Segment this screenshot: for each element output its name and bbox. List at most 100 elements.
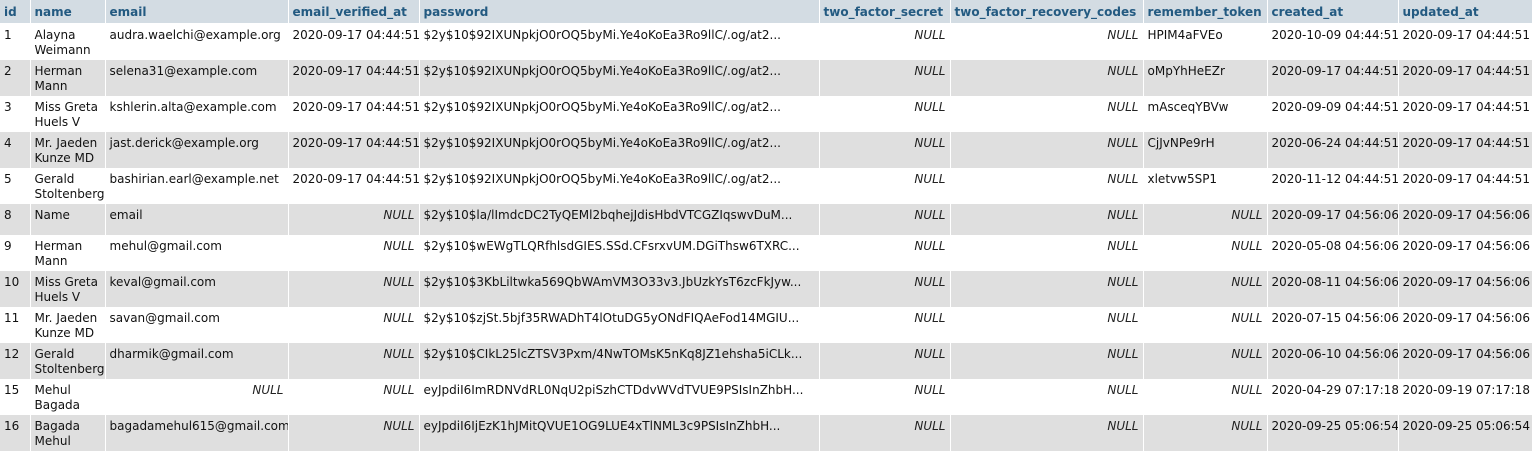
cell-two-factor-recovery-codes[interactable]: NULL	[950, 96, 1144, 132]
cell-email-verified-at[interactable]: NULL	[288, 343, 420, 379]
cell-two-factor-secret[interactable]: NULL	[819, 132, 951, 168]
cell-remember-token[interactable]: CjJvNPe9rH	[1143, 132, 1268, 168]
cell-name[interactable]: Mr. Jaeden Kunze MD	[30, 132, 106, 168]
cell-name[interactable]: Gerald Stoltenberg	[30, 168, 106, 204]
cell-password[interactable]: $2y$10$92IXUNpkjO0rOQ5byMi.Ye4oKoEa3Ro9l…	[419, 168, 820, 204]
table-row[interactable]: 11 Mr. Jaeden Kunze MD savan@gmail.com NULL…	[0, 307, 1532, 343]
cell-remember-token[interactable]: NULL	[1143, 204, 1268, 235]
cell-two-factor-recovery-codes[interactable]: NULL	[950, 235, 1144, 271]
cell-remember-token[interactable]: HPIM4aFVEo	[1143, 23, 1268, 60]
cell-created-at[interactable]: 2020-10-09 04:44:51	[1267, 23, 1399, 60]
cell-two-factor-recovery-codes[interactable]: NULL	[950, 168, 1144, 204]
cell-id[interactable]: 11	[0, 307, 31, 343]
cell-two-factor-secret[interactable]: NULL	[819, 343, 951, 379]
cell-password[interactable]: $2y$10$92IXUNpkjO0rOQ5byMi.Ye4oKoEa3Ro9l…	[419, 60, 820, 96]
cell-email-verified-at[interactable]: NULL	[288, 235, 420, 271]
cell-name[interactable]: Miss Greta Huels V	[30, 96, 106, 132]
cell-two-factor-recovery-codes[interactable]: NULL	[950, 307, 1144, 343]
cell-two-factor-recovery-codes[interactable]: NULL	[950, 379, 1144, 415]
table-row[interactable]: 4 Mr. Jaeden Kunze MD jast.derick@example.…	[0, 132, 1532, 168]
cell-created-at[interactable]: 2020-05-08 04:56:06	[1267, 235, 1399, 271]
cell-password[interactable]: $2y$10$zjSt.5bjf35RWADhT4lOtuDG5yONdFIQA…	[419, 307, 820, 343]
cell-two-factor-secret[interactable]: NULL	[819, 379, 951, 415]
cell-email[interactable]: keval@gmail.com	[105, 271, 289, 307]
table-row[interactable]: 9 Herman Mann mehul@gmail.com NULL $2y$10$wE…	[0, 235, 1532, 271]
cell-updated-at[interactable]: 2020-09-17 04:44:51	[1398, 96, 1532, 132]
cell-password[interactable]: eyJpdiI6IjEzK1hJMitQVUE1OG9LUE4xTlNML3c9…	[419, 415, 820, 451]
cell-remember-token[interactable]: NULL	[1143, 379, 1268, 415]
cell-updated-at[interactable]: 2020-09-17 04:56:06	[1398, 307, 1532, 343]
table-row[interactable]: 5 Gerald Stoltenberg bashirian.earl@exampl…	[0, 168, 1532, 204]
cell-email-verified-at[interactable]: 2020-09-17 04:44:51	[288, 96, 420, 132]
cell-email[interactable]: NULL	[105, 379, 289, 415]
cell-email[interactable]: kshlerin.alta@example.com	[105, 96, 289, 132]
cell-email[interactable]: audra.waelchi@example.org	[105, 23, 289, 60]
cell-remember-token[interactable]: xletvw5SP1	[1143, 168, 1268, 204]
cell-updated-at[interactable]: 2020-09-17 04:56:06	[1398, 204, 1532, 235]
cell-two-factor-secret[interactable]: NULL	[819, 204, 951, 235]
column-header-name[interactable]: name	[30, 0, 106, 24]
cell-two-factor-secret[interactable]: NULL	[819, 415, 951, 451]
cell-email[interactable]: email	[105, 204, 289, 235]
cell-two-factor-secret[interactable]: NULL	[819, 271, 951, 307]
cell-two-factor-secret[interactable]: NULL	[819, 168, 951, 204]
cell-password[interactable]: $2y$10$92IXUNpkjO0rOQ5byMi.Ye4oKoEa3Ro9l…	[419, 96, 820, 132]
column-header-email-verified-at[interactable]: email_verified_at	[288, 0, 420, 24]
cell-password[interactable]: $2y$10$92IXUNpkjO0rOQ5byMi.Ye4oKoEa3Ro9l…	[419, 132, 820, 168]
table-row[interactable]: 1 Alayna Weimann audra.waelchi@example.org…	[0, 23, 1532, 60]
cell-name[interactable]: Herman Mann	[30, 235, 106, 271]
column-header-remember-token[interactable]: remember_token	[1143, 0, 1268, 24]
cell-id[interactable]: 8	[0, 204, 31, 235]
cell-email[interactable]: selena31@example.com	[105, 60, 289, 96]
table-row[interactable]: 8 Name email NULL $2y$10$la/lImdcDC2TyQEMl2b…	[0, 204, 1532, 235]
cell-created-at[interactable]: 2020-11-12 04:44:51	[1267, 168, 1399, 204]
column-header-email[interactable]: email	[105, 0, 289, 24]
column-header-id[interactable]: id	[0, 0, 31, 24]
cell-updated-at[interactable]: 2020-09-17 04:44:51	[1398, 60, 1532, 96]
cell-remember-token[interactable]: NULL	[1143, 271, 1268, 307]
cell-name[interactable]: Mr. Jaeden Kunze MD	[30, 307, 106, 343]
cell-email-verified-at[interactable]: 2020-09-17 04:44:51	[288, 132, 420, 168]
table-row[interactable]: 12 Gerald Stoltenberg dharmik@gmail.com NUL…	[0, 343, 1532, 379]
cell-updated-at[interactable]: 2020-09-17 04:44:51	[1398, 168, 1532, 204]
cell-two-factor-secret[interactable]: NULL	[819, 235, 951, 271]
cell-name[interactable]: Miss Greta Huels V	[30, 271, 106, 307]
cell-id[interactable]: 12	[0, 343, 31, 379]
cell-created-at[interactable]: 2020-09-25 05:06:54	[1267, 415, 1399, 451]
column-header-two-factor-recovery-codes[interactable]: two_factor_recovery_codes	[950, 0, 1144, 24]
cell-created-at[interactable]: 2020-06-10 04:56:06	[1267, 343, 1399, 379]
cell-id[interactable]: 9	[0, 235, 31, 271]
cell-email[interactable]: jast.derick@example.org	[105, 132, 289, 168]
cell-id[interactable]: 15	[0, 379, 31, 415]
cell-updated-at[interactable]: 2020-09-17 04:56:06	[1398, 235, 1532, 271]
column-header-password[interactable]: password	[419, 0, 820, 24]
cell-created-at[interactable]: 2020-09-17 04:44:51	[1267, 60, 1399, 96]
cell-password[interactable]: $2y$10$3KbLiltwka569QbWAmVM3O33v3.JbUzkY…	[419, 271, 820, 307]
cell-two-factor-recovery-codes[interactable]: NULL	[950, 23, 1144, 60]
cell-two-factor-recovery-codes[interactable]: NULL	[950, 415, 1144, 451]
cell-name[interactable]: Gerald Stoltenberg	[30, 343, 106, 379]
cell-remember-token[interactable]: NULL	[1143, 415, 1268, 451]
table-row[interactable]: 15 Mehul Bagada NULL NULL eyJpdiI6ImRDNVdRL0…	[0, 379, 1532, 415]
cell-password[interactable]: $2y$10$la/lImdcDC2TyQEMl2bqhejJdisHbdVTC…	[419, 204, 820, 235]
cell-two-factor-recovery-codes[interactable]: NULL	[950, 204, 1144, 235]
cell-updated-at[interactable]: 2020-09-25 05:06:54	[1398, 415, 1532, 451]
cell-updated-at[interactable]: 2020-09-17 04:56:06	[1398, 271, 1532, 307]
cell-id[interactable]: 16	[0, 415, 31, 451]
cell-two-factor-recovery-codes[interactable]: NULL	[950, 343, 1144, 379]
cell-remember-token[interactable]: mAsceqYBVw	[1143, 96, 1268, 132]
cell-created-at[interactable]: 2020-04-29 07:17:18	[1267, 379, 1399, 415]
cell-email-verified-at[interactable]: 2020-09-17 04:44:51	[288, 60, 420, 96]
table-row[interactable]: 10 Miss Greta Huels Vkeval@gmail.com NULL $…	[0, 271, 1532, 307]
cell-two-factor-secret[interactable]: NULL	[819, 96, 951, 132]
cell-name[interactable]: Bagada Mehul	[30, 415, 106, 451]
cell-email-verified-at[interactable]: NULL	[288, 379, 420, 415]
cell-name[interactable]: Name	[30, 204, 106, 235]
cell-two-factor-secret[interactable]: NULL	[819, 60, 951, 96]
cell-password[interactable]: $2y$10$wEWgTLQRfhlsdGIES.SSd.CFsrxvUM.DG…	[419, 235, 820, 271]
cell-two-factor-secret[interactable]: NULL	[819, 307, 951, 343]
cell-email[interactable]: bashirian.earl@example.net	[105, 168, 289, 204]
cell-updated-at[interactable]: 2020-09-19 07:17:18	[1398, 379, 1532, 415]
cell-created-at[interactable]: 2020-09-17 04:56:06	[1267, 204, 1399, 235]
cell-email[interactable]: bagadamehul615@gmail.com	[105, 415, 289, 451]
